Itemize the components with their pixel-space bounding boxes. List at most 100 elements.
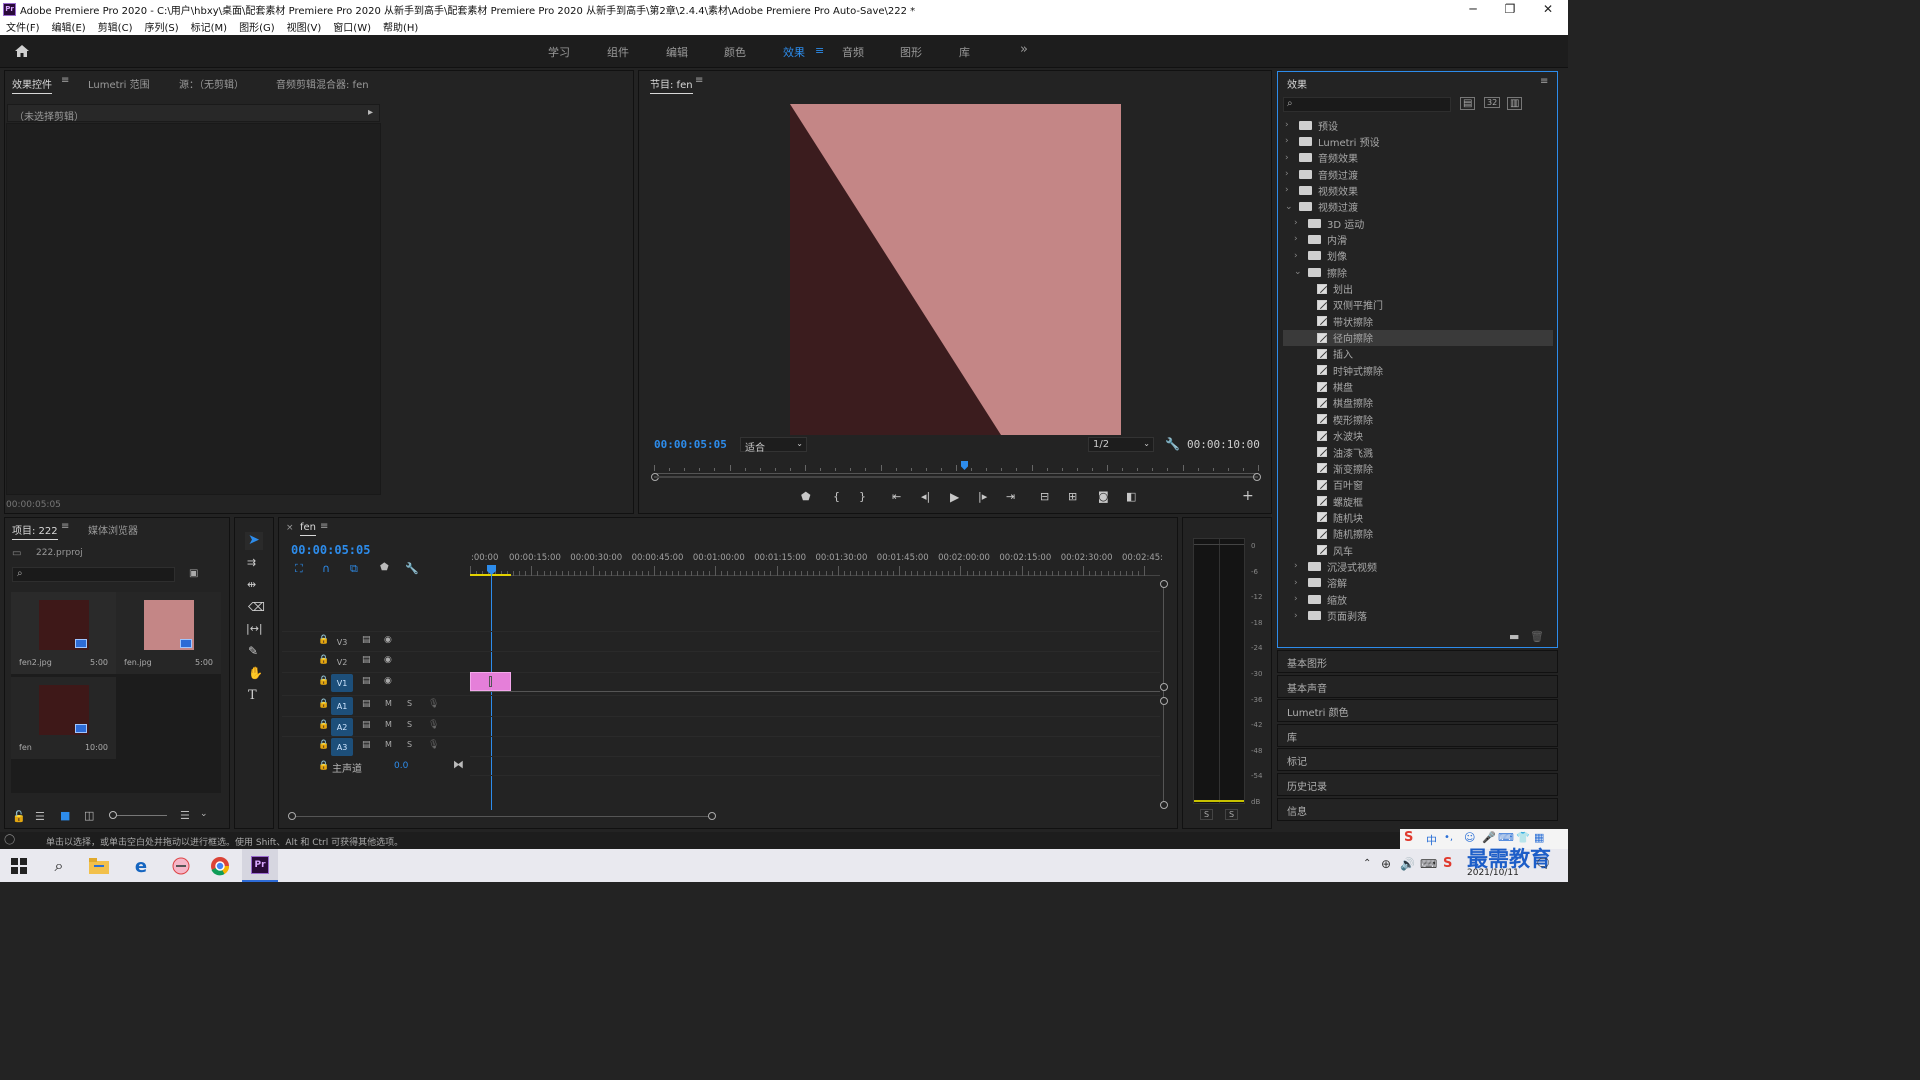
maximize-button[interactable]: ❐ bbox=[1492, 0, 1528, 18]
zoom-slider-track[interactable] bbox=[117, 815, 167, 816]
effects-tree-item[interactable]: 渐变擦除 bbox=[1283, 460, 1553, 476]
program-menu-icon[interactable]: ≡ bbox=[695, 75, 703, 86]
chevron-right-icon[interactable]: › bbox=[1294, 578, 1304, 588]
project-search-input[interactable]: ⌕ bbox=[12, 567, 175, 582]
source-panel-tab-2[interactable]: 源：（无剪辑） bbox=[179, 76, 244, 91]
chevron-right-icon[interactable]: › bbox=[1294, 611, 1304, 621]
workspace-tab-4[interactable]: 效果 bbox=[783, 44, 805, 60]
video-track-label[interactable]: V2 bbox=[331, 653, 353, 671]
lock-icon[interactable]: 🔓 bbox=[12, 810, 26, 823]
effects-tree-item[interactable]: 棋盘擦除 bbox=[1283, 395, 1553, 411]
program-monitor-title[interactable]: 节目: fen bbox=[650, 76, 693, 94]
solo-button[interactable]: S bbox=[407, 720, 412, 729]
slip-tool-icon[interactable]: |↔| bbox=[246, 622, 263, 635]
track-visibility-eye-icon[interactable]: ◉ bbox=[384, 655, 392, 665]
effects-tree-item[interactable]: › 页面剥落 bbox=[1283, 608, 1553, 624]
chevron-right-icon[interactable]: › bbox=[1294, 594, 1304, 604]
menu-item-4[interactable]: 标记(M) bbox=[191, 19, 227, 34]
file-explorer-icon[interactable] bbox=[88, 855, 110, 877]
go-to-out-icon[interactable]: ⇥ bbox=[1006, 490, 1015, 503]
chevron-right-icon[interactable]: › bbox=[1294, 561, 1304, 571]
network-icon[interactable]: ⊕ bbox=[1381, 857, 1391, 871]
timeline-settings-wrench-icon[interactable]: 🔧 bbox=[405, 562, 419, 575]
chevron-right-icon[interactable]: › bbox=[1285, 185, 1295, 195]
track-lock-icon[interactable]: 🔒 bbox=[318, 699, 329, 709]
side-panel-title[interactable]: 标记 bbox=[1287, 753, 1307, 768]
effects-tree-item[interactable]: › 预设 bbox=[1283, 117, 1553, 133]
side-panel-title[interactable]: Lumetri 颜色 bbox=[1287, 704, 1349, 719]
voice-over-mic-icon[interactable]: 🎙 bbox=[428, 740, 439, 750]
effects-tree-item[interactable]: › 内滑 bbox=[1283, 231, 1553, 247]
chevron-right-icon[interactable]: › bbox=[1285, 169, 1295, 179]
effects-tree-item[interactable]: 油漆飞溅 bbox=[1283, 444, 1553, 460]
wrench-icon[interactable]: 🔧 bbox=[1165, 437, 1180, 451]
go-to-in-icon[interactable]: ⇤ bbox=[892, 490, 901, 503]
source-panel-tab-3[interactable]: 音频剪辑混合器: fen bbox=[276, 76, 369, 91]
effects-tree-item[interactable]: ⌄ 擦除 bbox=[1283, 264, 1553, 280]
track-lock-icon[interactable]: 🔒 bbox=[318, 740, 329, 750]
media-browser-tab[interactable]: 媒体浏览器 bbox=[88, 522, 138, 537]
track-lock-icon[interactable]: 🔒 bbox=[318, 676, 329, 686]
hand-tool-icon[interactable]: ✋ bbox=[248, 666, 263, 680]
extract-icon[interactable]: ⊞ bbox=[1068, 490, 1077, 503]
track-visibility-eye-icon[interactable]: ◉ bbox=[384, 635, 392, 645]
workspace-tab-3[interactable]: 颜色 bbox=[724, 44, 746, 60]
effects-workspace-menu-icon[interactable]: ≡ bbox=[815, 44, 824, 57]
solo-left-button[interactable]: S bbox=[1200, 809, 1214, 820]
side-panel-title[interactable]: 历史记录 bbox=[1287, 778, 1327, 793]
effects-tree-item[interactable]: › 音频效果 bbox=[1283, 150, 1553, 166]
tray-chevron-icon[interactable]: ⌃ bbox=[1363, 858, 1371, 869]
side-panel-title[interactable]: 库 bbox=[1287, 729, 1297, 744]
master-expand-icon[interactable]: ⧓ bbox=[453, 758, 464, 771]
new-custom-bin-icon[interactable]: ▬ bbox=[1509, 630, 1519, 643]
track-lock-icon[interactable]: 🔒 bbox=[318, 635, 329, 645]
add-marker-timeline-icon[interactable]: ⬟ bbox=[380, 562, 389, 573]
effects-tree-item[interactable]: 随机擦除 bbox=[1283, 526, 1553, 542]
zoom-slider-handle[interactable] bbox=[109, 811, 117, 819]
premiere-taskbar-button[interactable]: Pr bbox=[242, 849, 278, 882]
button-editor-plus-icon[interactable]: + bbox=[1242, 488, 1254, 504]
effects-tree-item[interactable]: › Lumetri 预设 bbox=[1283, 133, 1553, 149]
effects-tree-item[interactable]: 螺旋框 bbox=[1283, 493, 1553, 509]
effects-tree-item[interactable]: › 划像 bbox=[1283, 248, 1553, 264]
program-zoom-bar[interactable] bbox=[654, 476, 1258, 478]
effects-tree-item[interactable]: 风车 bbox=[1283, 542, 1553, 558]
more-workspaces-button[interactable]: » bbox=[1020, 42, 1028, 57]
close-button[interactable]: ✕ bbox=[1530, 0, 1566, 18]
effects-panel-title[interactable]: 效果 bbox=[1287, 76, 1307, 91]
master-lock-icon[interactable]: 🔒 bbox=[318, 761, 329, 771]
audio-track-lane[interactable] bbox=[470, 695, 1160, 715]
sogou-s-icon[interactable]: S bbox=[1404, 830, 1413, 845]
side-panel-collapsed[interactable] bbox=[1277, 797, 1558, 821]
home-icon[interactable] bbox=[14, 44, 30, 58]
source-panel-tab-1[interactable]: Lumetri 范围 bbox=[88, 76, 150, 91]
chevron-down-icon[interactable]: ⌄ bbox=[1294, 267, 1304, 277]
effects-tree-item[interactable]: 带状擦除 bbox=[1283, 313, 1553, 329]
v-scroll-handle-mid[interactable] bbox=[1160, 683, 1168, 691]
program-zoom-handle-right[interactable] bbox=[1253, 473, 1261, 481]
clip-fen-on-v1[interactable] bbox=[470, 672, 511, 691]
ime-mode-label[interactable]: 中 bbox=[1426, 832, 1437, 848]
audio-track-label[interactable]: A1 bbox=[331, 697, 353, 715]
audio-track-header[interactable]: 🔒 A2 ▤ M S 🎙 bbox=[282, 716, 470, 736]
v-scroll-handle-mid2[interactable] bbox=[1160, 697, 1168, 705]
ime-tray-icon[interactable]: ⌨ bbox=[1420, 857, 1437, 871]
video-track-lane[interactable] bbox=[470, 651, 1160, 671]
video-track-lane[interactable] bbox=[470, 631, 1160, 651]
new-bin-icon[interactable]: ▣ bbox=[189, 568, 198, 579]
notification-icon[interactable]: 🗨 bbox=[1535, 857, 1552, 872]
track-visibility-eye-icon[interactable]: ◉ bbox=[384, 676, 392, 686]
horizontal-scroll-track[interactable] bbox=[292, 816, 712, 817]
track-toggle-output-icon[interactable]: ▤ bbox=[362, 635, 371, 645]
effects-tree-item[interactable]: › 3D 运动 bbox=[1283, 215, 1553, 231]
workspace-tab-6[interactable]: 图形 bbox=[900, 44, 922, 60]
type-tool-icon[interactable]: T bbox=[248, 688, 257, 703]
mute-button[interactable]: M bbox=[385, 720, 392, 729]
mark-in-icon[interactable]: { bbox=[833, 490, 840, 503]
voice-over-mic-icon[interactable]: 🎙 bbox=[428, 720, 439, 730]
effects-search-input[interactable]: ⌕ bbox=[1283, 97, 1451, 112]
sequence-tab[interactable]: fen bbox=[300, 522, 317, 536]
nest-toggle-icon[interactable]: ⛶ bbox=[295, 562, 303, 576]
effects-tree-item[interactable]: 水波块 bbox=[1283, 428, 1553, 444]
workspace-tab-7[interactable]: 库 bbox=[959, 44, 970, 60]
